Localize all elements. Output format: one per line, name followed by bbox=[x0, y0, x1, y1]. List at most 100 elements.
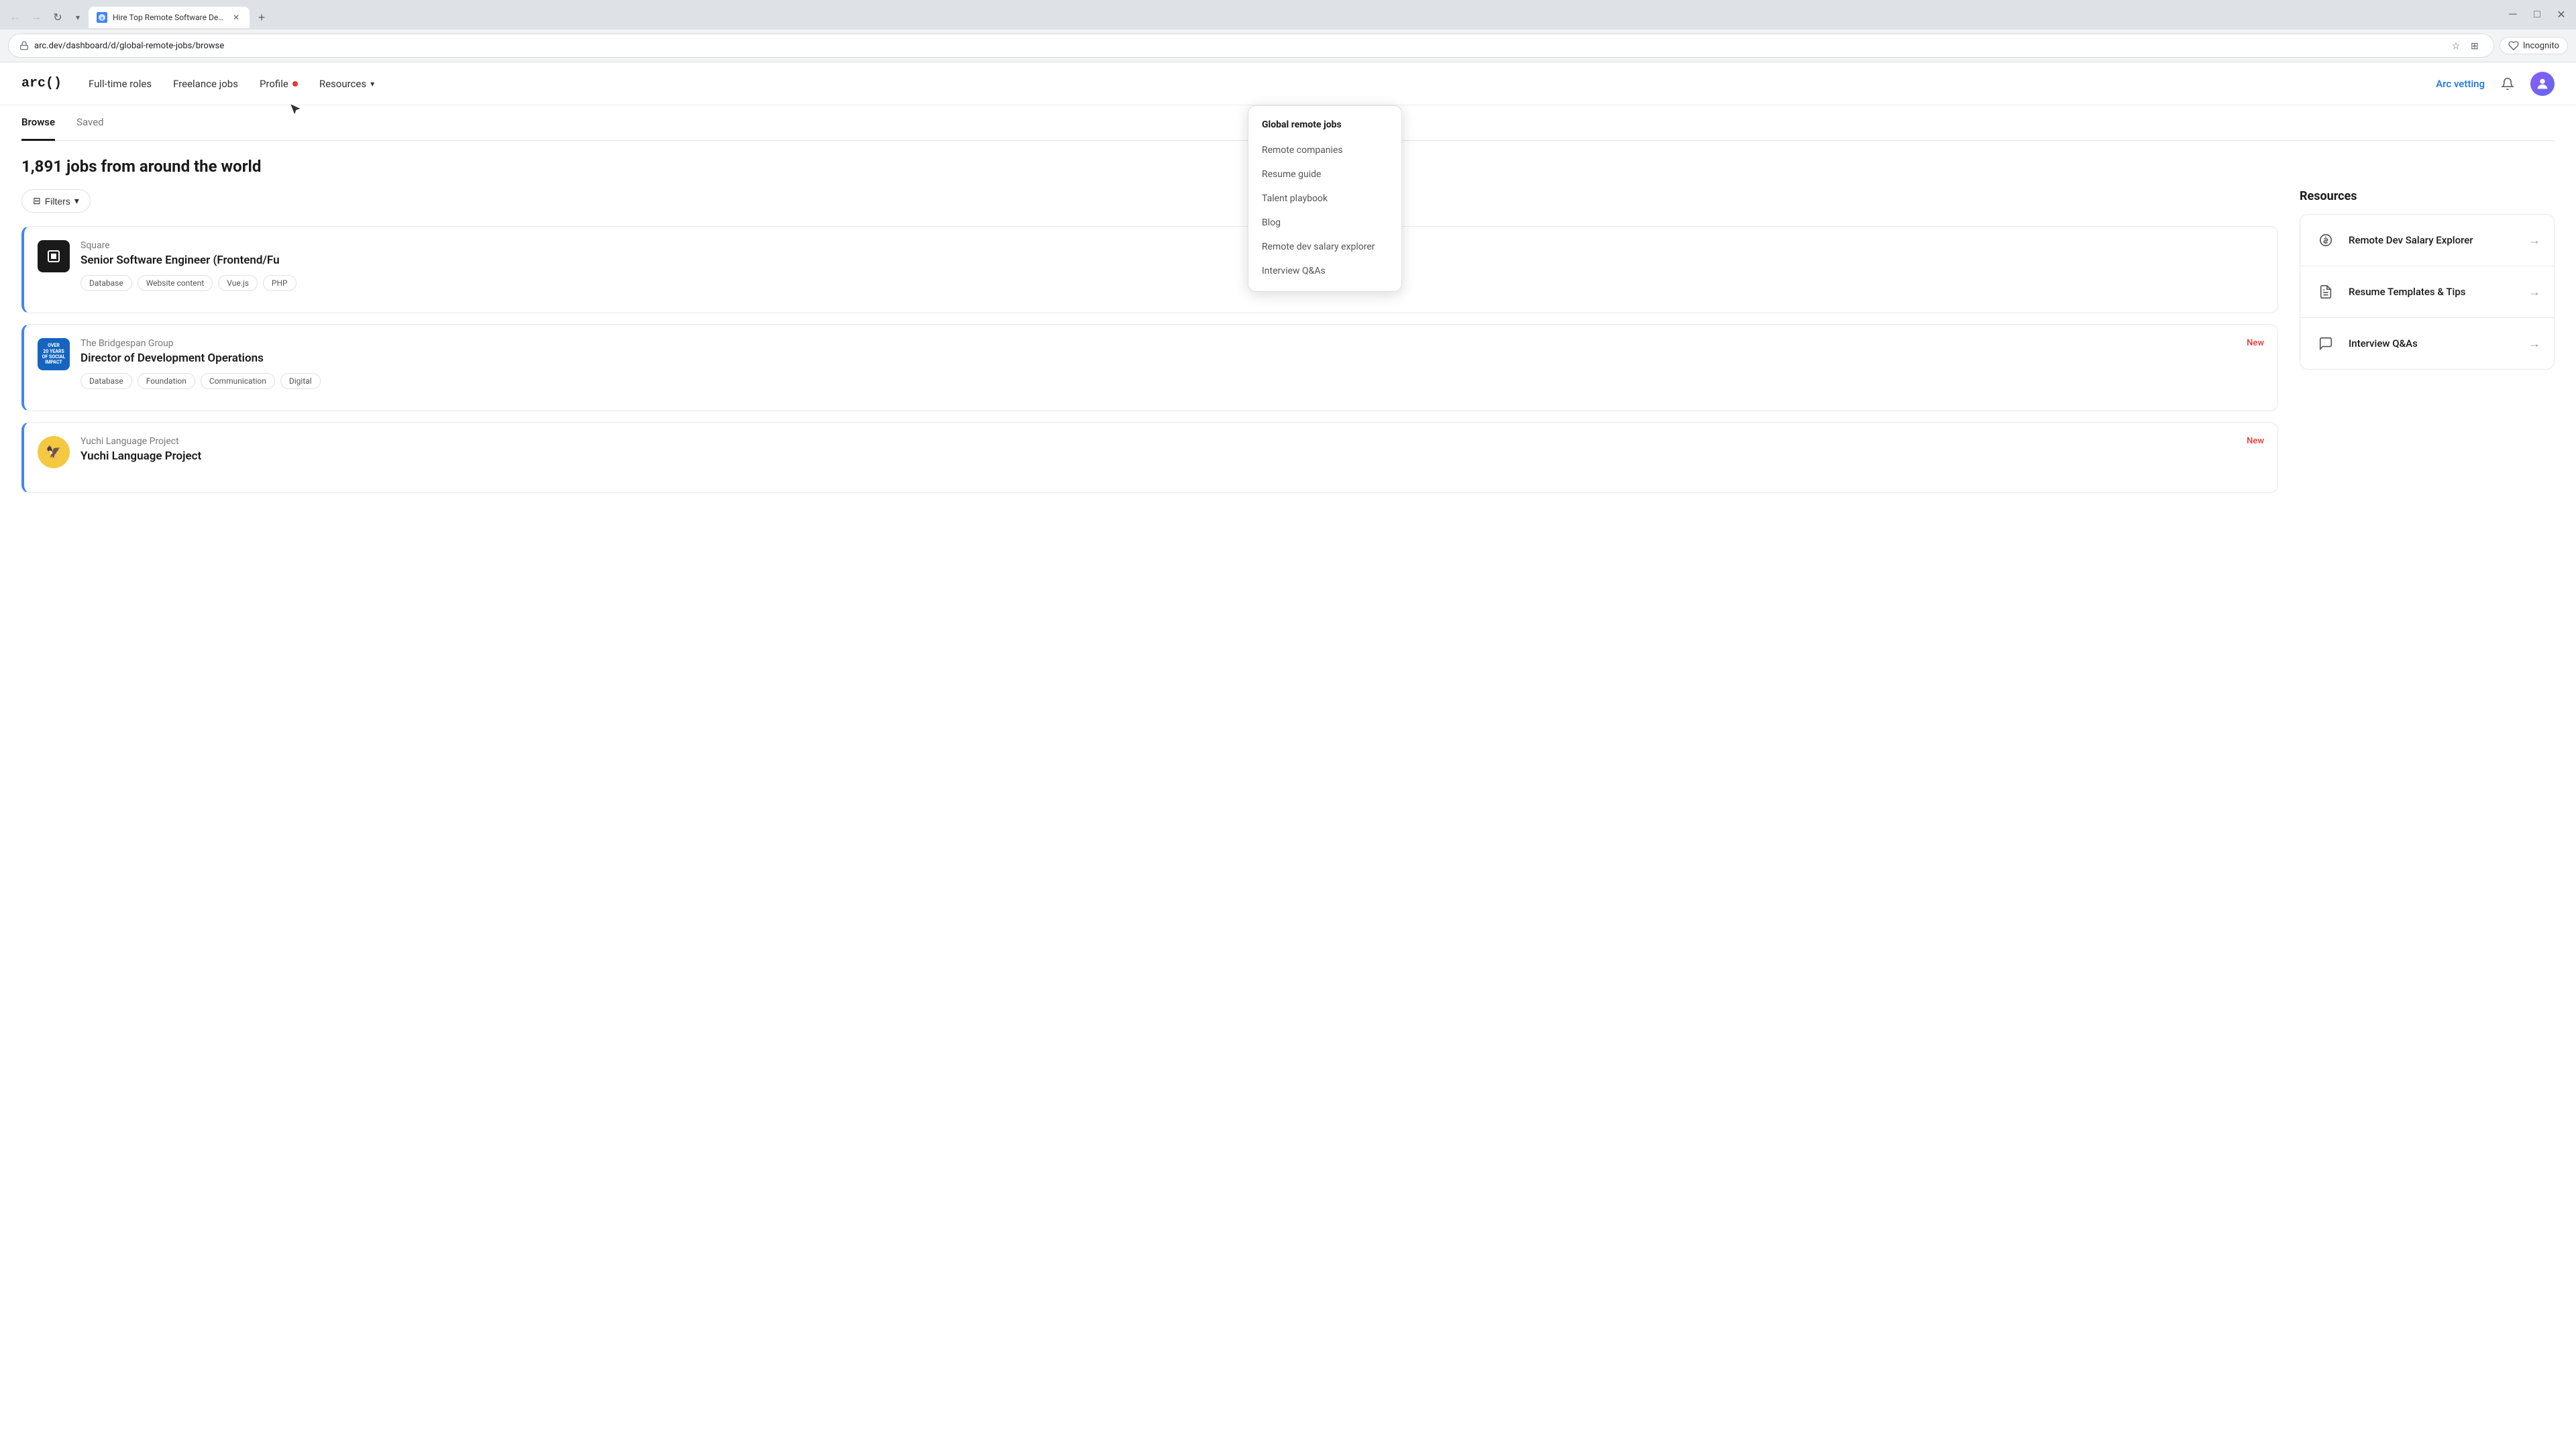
dropdown-item-interview-qas[interactable]: Interview Q&As bbox=[1248, 259, 1401, 283]
job-card-header: 🦅 Yuchi Language Project Yuchi Language … bbox=[38, 436, 2264, 471]
address-icons: ☆ ⊞ bbox=[2448, 38, 2483, 54]
address-bar[interactable]: arc.dev/dashboard/d/global-remote-jobs/b… bbox=[8, 34, 2494, 58]
company-name: The Bridgespan Group bbox=[80, 338, 2264, 349]
resume-templates-icon bbox=[2314, 280, 2338, 304]
tag-foundation: Foundation bbox=[138, 373, 195, 389]
company-name: Yuchi Language Project bbox=[80, 436, 2264, 447]
job-title: Director of Development Operations bbox=[80, 352, 2264, 365]
resources-card: Remote Dev Salary Explorer → bbox=[2300, 214, 2555, 370]
nav-resources[interactable]: Global remote jobs bbox=[1248, 114, 1401, 138]
tab-list-button[interactable]: ▾ bbox=[70, 9, 86, 25]
tab-title: Hire Top Remote Software Dev... bbox=[113, 13, 225, 22]
dropdown-item-talent-playbook[interactable]: Talent playbook bbox=[1248, 186, 1401, 211]
close-window-button[interactable]: ✕ bbox=[2552, 5, 2571, 24]
refresh-button[interactable]: ↻ bbox=[48, 8, 67, 27]
job-card-header: Square Senior Software Engineer (Fronten… bbox=[38, 240, 2264, 291]
nav-fulltime[interactable]: Full-time roles bbox=[89, 78, 152, 90]
nav-resources[interactable]: Resources ▾ bbox=[319, 78, 374, 90]
jobs-column: ⊟ Filters ▾ bbox=[21, 189, 2278, 504]
nav-freelance[interactable]: Freelance jobs bbox=[173, 78, 238, 90]
job-card-bridgespan[interactable]: New OVER20 YEARSOF SOCIALIMPACT The Brid… bbox=[21, 324, 2278, 411]
resources-sidebar: Resources Remote Dev Salary Explorer → bbox=[2300, 189, 2555, 504]
window-controls: ─ □ ✕ bbox=[2504, 5, 2571, 30]
job-tags: Database Website content Vue.js PHP bbox=[80, 275, 2264, 291]
resource-arrow-interview: → bbox=[2528, 337, 2540, 351]
back-button[interactable]: ← bbox=[5, 8, 24, 27]
url-text: arc.dev/dashboard/d/global-remote-jobs/b… bbox=[34, 41, 2443, 51]
notification-button[interactable] bbox=[2496, 72, 2520, 96]
job-info: Square Senior Software Engineer (Fronten… bbox=[80, 240, 2264, 291]
minimize-button[interactable]: ─ bbox=[2504, 5, 2522, 24]
nav-right: Arc vetting bbox=[2436, 72, 2555, 96]
dropdown-item-blog[interactable]: Blog bbox=[1248, 211, 1401, 235]
tab-close-button[interactable]: ✕ bbox=[231, 12, 241, 23]
forward-button[interactable]: → bbox=[27, 8, 46, 27]
filters-button[interactable]: ⊟ Filters ▾ bbox=[21, 189, 91, 213]
maximize-button[interactable]: □ bbox=[2528, 5, 2546, 24]
tag-database: Database bbox=[80, 275, 132, 291]
tag-vuejs: Vue.js bbox=[218, 275, 258, 291]
chevron-down-icon: ▾ bbox=[370, 79, 374, 89]
resource-item-interview-qas[interactable]: Interview Q&As → bbox=[2300, 318, 2554, 369]
resource-arrow-salary: → bbox=[2528, 233, 2540, 248]
active-tab[interactable]: a Hire Top Remote Software Dev... ✕ bbox=[89, 7, 250, 28]
incognito-badge[interactable]: Incognito bbox=[2500, 37, 2568, 54]
filters-bar: ⊟ Filters ▾ bbox=[21, 189, 2278, 213]
profile-notification-dot bbox=[292, 81, 298, 87]
yuchi-company-logo: 🦅 bbox=[38, 436, 70, 468]
company-name: Square bbox=[80, 240, 2264, 251]
avatar-icon bbox=[2535, 76, 2550, 91]
address-bar-row: arc.dev/dashboard/d/global-remote-jobs/b… bbox=[0, 30, 2576, 62]
tab-bar: ← → ↻ ▾ a Hire Top Remote Software Dev..… bbox=[0, 0, 2576, 30]
nav-items: Full-time roles Freelance jobs Profile R… bbox=[89, 78, 2436, 90]
browse-tab-browse[interactable]: Browse bbox=[21, 105, 55, 141]
browse-tab-saved[interactable]: Saved bbox=[76, 105, 104, 141]
tag-communication: Communication bbox=[201, 373, 275, 389]
resources-dropdown: Global remote jobs Remote companies Resu… bbox=[1248, 105, 1402, 292]
resource-name-salary: Remote Dev Salary Explorer bbox=[2349, 234, 2518, 246]
resource-name-interview: Interview Q&As bbox=[2349, 337, 2518, 350]
resource-item-salary-explorer[interactable]: Remote Dev Salary Explorer → bbox=[2300, 215, 2554, 266]
tab-favicon: a bbox=[97, 12, 107, 23]
resource-name-resume: Resume Templates & Tips bbox=[2349, 286, 2518, 298]
new-badge-bridgespan: New bbox=[2247, 338, 2264, 348]
app-container: arc() Full-time roles Freelance jobs Pro… bbox=[0, 62, 2576, 1451]
new-badge-yuchi: New bbox=[2247, 436, 2264, 446]
job-tags: Database Foundation Communication Digita… bbox=[80, 373, 2264, 389]
square-company-logo bbox=[38, 240, 70, 272]
job-info: The Bridgespan Group Director of Develop… bbox=[80, 338, 2264, 389]
bridgespan-company-logo: OVER20 YEARSOF SOCIALIMPACT bbox=[38, 338, 70, 370]
browser-chrome: ← → ↻ ▾ a Hire Top Remote Software Dev..… bbox=[0, 0, 2576, 62]
bell-icon bbox=[2501, 77, 2514, 91]
resource-arrow-resume: → bbox=[2528, 285, 2540, 299]
salary-explorer-icon bbox=[2314, 228, 2338, 252]
job-title: Senior Software Engineer (Frontend/Fu bbox=[80, 254, 2264, 267]
interview-qas-icon bbox=[2314, 331, 2338, 356]
extensions-button[interactable]: ⊞ bbox=[2467, 38, 2483, 54]
arc-vetting-link[interactable]: Arc vetting bbox=[2436, 78, 2485, 90]
nav-profile[interactable]: Profile bbox=[260, 78, 298, 90]
avatar[interactable] bbox=[2530, 72, 2555, 96]
bookmark-button[interactable]: ☆ bbox=[2448, 38, 2464, 54]
top-nav: arc() Full-time roles Freelance jobs Pro… bbox=[0, 62, 2576, 105]
logo[interactable]: arc() bbox=[21, 76, 62, 91]
job-card-yuchi[interactable]: New 🦅 Yuchi Language Project Yuchi Langu… bbox=[21, 422, 2278, 493]
dropdown-item-remote-companies[interactable]: Remote companies bbox=[1248, 138, 1401, 162]
svg-text:a: a bbox=[101, 15, 103, 21]
resource-item-resume-templates[interactable]: Resume Templates & Tips → bbox=[2300, 266, 2554, 318]
job-card-header: OVER20 YEARSOF SOCIALIMPACT The Bridgesp… bbox=[38, 338, 2264, 389]
job-info: Yuchi Language Project Yuchi Language Pr… bbox=[80, 436, 2264, 471]
tag-php: PHP bbox=[263, 275, 297, 291]
job-title: Yuchi Language Project bbox=[80, 449, 2264, 463]
lock-icon bbox=[19, 41, 29, 50]
tag-website-content: Website content bbox=[138, 275, 213, 291]
new-tab-button[interactable]: + bbox=[252, 8, 271, 27]
tag-database: Database bbox=[80, 373, 132, 389]
tag-digital: Digital bbox=[280, 373, 321, 389]
incognito-icon bbox=[2508, 40, 2519, 51]
job-card-square[interactable]: Square Senior Software Engineer (Fronten… bbox=[21, 226, 2278, 313]
dropdown-item-salary-explorer[interactable]: Remote dev salary explorer bbox=[1248, 235, 1401, 259]
dropdown-section-title: Global remote jobs bbox=[1248, 114, 1355, 138]
resources-sidebar-title: Resources bbox=[2300, 189, 2555, 203]
dropdown-item-resume-guide[interactable]: Resume guide bbox=[1248, 162, 1401, 186]
